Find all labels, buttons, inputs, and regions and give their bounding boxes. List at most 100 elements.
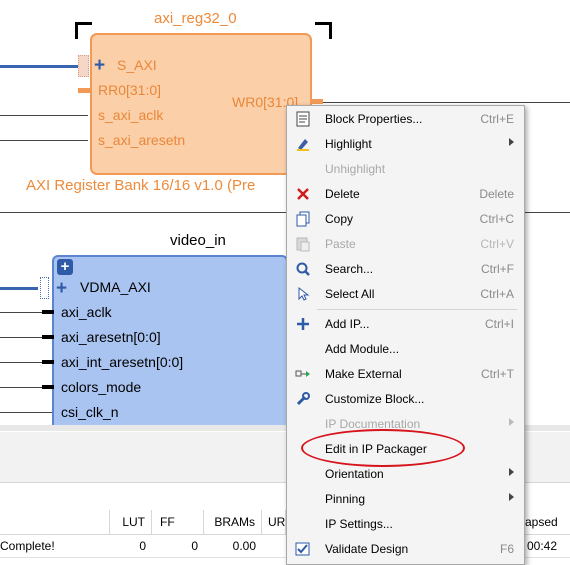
menu-item-select-all[interactable]: Select All Ctrl+A xyxy=(287,282,524,307)
axi-aclk-pin xyxy=(42,310,54,314)
menu-item-label: Highlight xyxy=(325,137,372,151)
selection-corner-tr xyxy=(315,22,332,39)
submenu-arrow-icon xyxy=(509,138,514,146)
video-port-csi-clk-n: csi_clk_n xyxy=(61,404,119,420)
menu-item-shortcut: Ctrl+T xyxy=(481,367,514,381)
menu-item-delete[interactable]: Delete Delete xyxy=(287,182,524,207)
menu-item-pinning[interactable]: Pinning xyxy=(287,487,524,512)
menu-item-shortcut: Delete xyxy=(479,187,514,201)
menu-separator xyxy=(317,309,517,310)
video-port-vdma-axi: VDMA_AXI xyxy=(80,279,151,295)
menu-item-unhighlight[interactable]: Unhighlight xyxy=(287,157,524,182)
menu-item-shortcut: Ctrl+E xyxy=(480,112,514,126)
add-icon xyxy=(295,316,311,332)
row-brams: 0.00 xyxy=(232,539,256,553)
s-axi-connector xyxy=(78,55,89,77)
row-elapsed: 00:42 xyxy=(527,539,558,553)
delete-icon xyxy=(295,186,311,202)
menu-item-copy[interactable]: Copy Ctrl+C xyxy=(287,207,524,232)
aclk-net xyxy=(0,115,88,116)
menu-item-label: Customize Block... xyxy=(325,392,425,406)
col-header-ff[interactable]: FF xyxy=(152,510,204,534)
properties-icon xyxy=(295,111,311,127)
axi-port-s-axi: S_AXI xyxy=(117,57,157,73)
menu-item-shortcut: Ctrl+V xyxy=(480,237,514,251)
vdma-connector xyxy=(40,277,49,299)
menu-item-ip-settings[interactable]: IP Settings... xyxy=(287,512,524,537)
video-port-colors-mode: colors_mode xyxy=(61,379,142,395)
copy-icon xyxy=(295,211,311,227)
video-in-expand-icon[interactable]: + xyxy=(57,259,73,275)
wr0-net xyxy=(312,102,570,103)
video-port-axi-int-aresetn: axi_int_aresetn[0:0] xyxy=(61,354,184,370)
axi-port-aresetn: s_axi_aresetn xyxy=(98,132,186,148)
menu-item-validate-design[interactable]: Validate Design F6 xyxy=(287,537,524,562)
menu-item-label: Add IP... xyxy=(325,317,370,331)
menu-item-label: Pinning xyxy=(325,492,366,506)
menu-item-block-properties[interactable]: Block Properties... Ctrl+E xyxy=(287,107,524,132)
menu-item-label: IP Settings... xyxy=(325,517,393,531)
menu-item-label: Make External xyxy=(325,367,402,381)
validate-icon xyxy=(295,541,311,557)
menu-item-label: Select All xyxy=(325,287,375,301)
axi-port-rr0: RR0[31:0] xyxy=(98,82,162,98)
paste-icon xyxy=(295,236,311,252)
menu-item-make-external[interactable]: Make External Ctrl+T xyxy=(287,362,524,387)
s-axi-bus-net xyxy=(0,65,78,68)
video-in-block-name: video_in xyxy=(170,232,226,249)
submenu-arrow-icon xyxy=(509,493,514,501)
menu-item-shortcut: Ctrl+A xyxy=(480,287,514,301)
axi-int-aresetn-pin xyxy=(42,360,54,364)
col-header-brams[interactable]: BRAMs xyxy=(204,510,262,534)
wrench-icon xyxy=(295,391,311,407)
menu-item-shortcut: Ctrl+C xyxy=(479,212,514,226)
axi-reg-block-name: axi_reg32_0 xyxy=(154,10,237,27)
make-external-icon xyxy=(295,366,311,382)
csi-clk-n-net xyxy=(0,412,52,413)
menu-item-add-ip[interactable]: Add IP... Ctrl+I xyxy=(287,312,524,337)
axi-reg-block-subtitle: AXI Register Bank 16/16 v1.0 (Pre xyxy=(26,177,256,194)
menu-item-shortcut: F6 xyxy=(499,542,514,556)
menu-item-label: Orientation xyxy=(325,467,384,481)
menu-item-label: Add Module... xyxy=(325,342,400,356)
colors-mode-pin xyxy=(42,385,54,389)
video-port-axi-aclk: axi_aclk xyxy=(61,304,112,320)
row-lut: 0 xyxy=(139,539,146,553)
menu-item-label: Search... xyxy=(325,262,374,276)
menu-item-label: Unhighlight xyxy=(325,162,386,176)
col-header-blank xyxy=(0,510,110,534)
highlight-ellipse xyxy=(301,429,465,467)
select-all-icon xyxy=(295,286,311,302)
vdma-bus-net xyxy=(0,287,38,290)
menu-item-paste[interactable]: Paste Ctrl+V xyxy=(287,232,524,257)
submenu-arrow-icon xyxy=(509,418,514,426)
menu-item-label: Validate Design xyxy=(325,542,409,556)
menu-item-label: Copy xyxy=(325,212,354,226)
menu-item-shortcut: Ctrl+F xyxy=(481,262,514,276)
menu-item-label: Paste xyxy=(325,237,356,251)
s-axi-expand-icon[interactable]: + xyxy=(94,56,105,75)
highlight-icon xyxy=(295,136,311,152)
selection-corner-tl xyxy=(75,22,92,39)
aresetn-net xyxy=(0,140,88,141)
axi-aresetn-pin xyxy=(42,335,54,339)
row-ff: 0 xyxy=(191,539,198,553)
submenu-arrow-icon xyxy=(509,468,514,476)
rr0-pin xyxy=(78,88,90,93)
col-header-elapsed[interactable]: apsed xyxy=(525,510,570,534)
row-status: Complete! xyxy=(0,539,55,553)
context-menu: Block Properties... Ctrl+E Highlight Unhigh… xyxy=(286,105,525,565)
vdma-expand-icon[interactable]: + xyxy=(56,279,67,298)
menu-item-search[interactable]: Search... Ctrl+F xyxy=(287,257,524,282)
menu-item-customize-block[interactable]: Customize Block... xyxy=(287,387,524,412)
wr0-pin xyxy=(311,99,323,104)
col-header-ur[interactable]: UR xyxy=(262,510,286,534)
menu-item-add-module[interactable]: Add Module... xyxy=(287,337,524,362)
menu-item-label: Block Properties... xyxy=(325,112,423,126)
col-header-lut[interactable]: LUT xyxy=(110,510,152,534)
menu-item-highlight[interactable]: Highlight xyxy=(287,132,524,157)
video-port-axi-aresetn: axi_aresetn[0:0] xyxy=(61,329,161,345)
axi-port-aclk: s_axi_aclk xyxy=(98,107,164,123)
menu-item-label: Delete xyxy=(325,187,360,201)
search-icon xyxy=(295,261,311,277)
